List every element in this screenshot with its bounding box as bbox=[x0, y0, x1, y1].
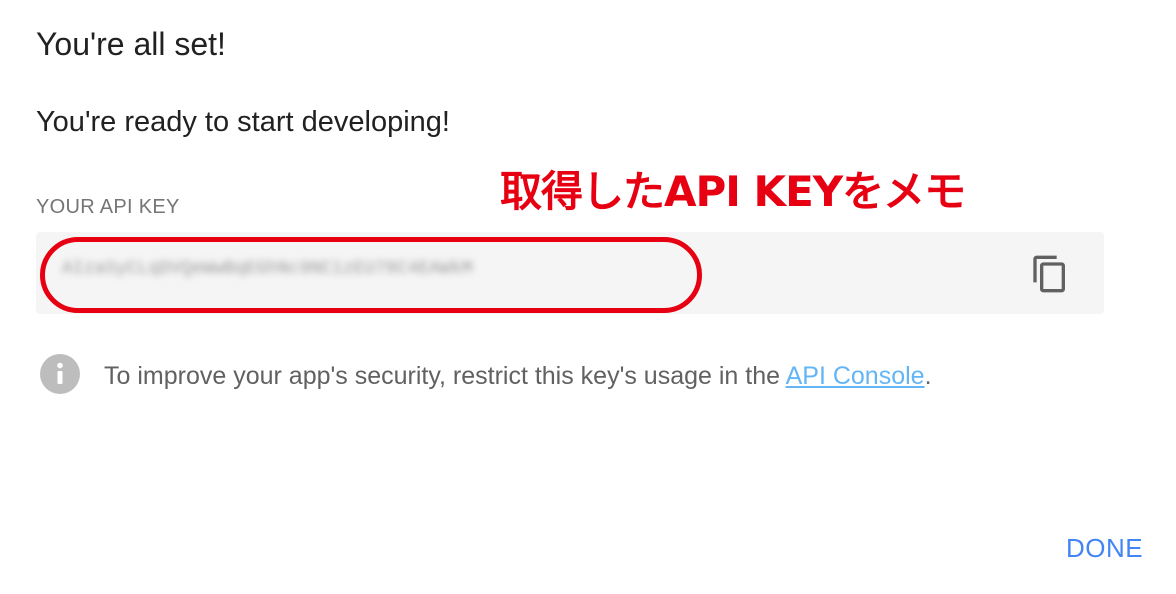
api-key-box: AIzaSyCLqDVQeWwBqEGhNc9NC1zEU78C4EAWkM bbox=[36, 232, 1104, 314]
security-notice-end: . bbox=[924, 362, 932, 390]
security-notice-text: To improve your app's security, restrict… bbox=[104, 362, 786, 390]
security-notice: To improve your app's security, restrict… bbox=[104, 362, 932, 391]
copy-icon bbox=[1033, 255, 1065, 293]
copy-button[interactable] bbox=[1030, 254, 1070, 294]
api-console-link[interactable]: API Console bbox=[786, 362, 925, 390]
api-key-label: YOUR API KEY bbox=[36, 196, 180, 218]
annotation-label: 取得したAPI KEYをメモ bbox=[500, 167, 966, 216]
info-icon bbox=[40, 354, 80, 394]
dialog-title: You're all set! bbox=[36, 26, 226, 62]
dialog-subtitle: You're ready to start developing! bbox=[36, 106, 450, 138]
done-button[interactable]: DONE bbox=[1066, 533, 1143, 564]
api-key-value[interactable]: AIzaSyCLqDVQeWwBqEGhNc9NC1zEU78C4EAWkM bbox=[62, 259, 472, 279]
